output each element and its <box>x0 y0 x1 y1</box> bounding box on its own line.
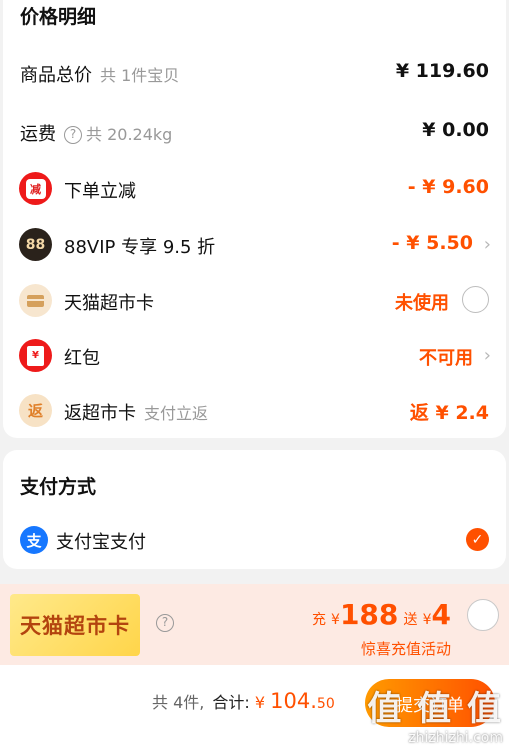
row-tmall-card[interactable]: 天猫超市卡 未使用 <box>3 281 506 321</box>
cashback-value: 返 ¥ 2.4 <box>409 402 489 424</box>
total-label: 合计: <box>212 693 250 712</box>
shipping-label: 运费 <box>20 124 56 145</box>
red-packet-status: 不可用 <box>419 348 473 369</box>
tmall-card-status: 未使用 <box>395 293 449 314</box>
row-instant-discount: 减 下单立减 - ¥ 9.60 <box>3 169 506 209</box>
recharge-subtitle: 惊喜充值活动 <box>360 640 451 658</box>
tmall-card-badge: 天猫超市卡 <box>10 594 140 656</box>
selected-check-icon[interactable]: ✓ <box>466 528 489 551</box>
price-detail-title: 价格明细 <box>20 6 97 28</box>
red-packet-label: 红包 <box>64 348 100 369</box>
help-icon[interactable]: ? <box>64 126 82 144</box>
product-count: 共 1件宝贝 <box>100 66 180 85</box>
card-icon <box>19 284 52 317</box>
vip-discount-label: 88VIP 专享 9.5 折 <box>64 237 216 258</box>
alipay-label: 支付宝支付 <box>56 532 146 553</box>
recharge-promo-banner[interactable]: 天猫超市卡 ? 充 ¥188 送 ¥4 惊喜充值活动 <box>0 584 509 665</box>
row-red-packet[interactable]: ¥ 红包 不可用 › <box>3 336 506 376</box>
tmall-card-label: 天猫超市卡 <box>64 293 154 314</box>
red-envelope-icon: ¥ <box>19 339 52 372</box>
bottom-bar: 共 4件, 合计: ¥ 104.50 提交订单 值 值 值 zhizhizhi.c… <box>0 665 509 750</box>
vip-discount-value: - ¥ 5.50 <box>391 232 473 254</box>
row-88vip-discount[interactable]: 88 88VIP 专享 9.5 折 - ¥ 5.50 › <box>3 225 506 265</box>
order-summary: 共 4件, 合计: ¥ 104.50 <box>152 689 335 713</box>
product-total-label: 商品总价 <box>20 65 92 86</box>
recharge-offer: 充 ¥188 送 ¥4 <box>311 598 451 631</box>
price-detail-card: 价格明细 商品总价共 1件宝贝 ¥ 119.60 运费? 共 20.24kg ¥ … <box>3 0 506 438</box>
total-amount: ¥ 104.50 <box>254 689 335 713</box>
submit-order-button[interactable]: 提交订单 <box>365 679 495 727</box>
instant-discount-label: 下单立减 <box>64 181 136 202</box>
help-icon[interactable]: ? <box>156 614 174 632</box>
immediate-discount-icon: 减 <box>19 172 52 205</box>
row-cashback: 返 返超市卡 支付立返 返 ¥ 2.4 <box>3 391 506 431</box>
row-product-total: 商品总价共 1件宝贝 ¥ 119.60 <box>3 53 506 93</box>
shipping-value: ¥ 0.00 <box>422 119 489 141</box>
chevron-right-icon: › <box>483 234 491 255</box>
recharge-amount: 188 <box>339 598 399 631</box>
shipping-weight: 共 20.24kg <box>86 125 173 144</box>
product-total-value: ¥ 119.60 <box>395 60 489 82</box>
cashback-note: 支付立返 <box>144 404 209 423</box>
instant-discount-value: - ¥ 9.60 <box>407 176 489 198</box>
alipay-icon: 支 <box>20 526 48 554</box>
item-count: 共 4件, <box>152 693 205 712</box>
gift-amount: 4 <box>431 598 451 631</box>
row-shipping: 运费? 共 20.24kg ¥ 0.00 <box>3 112 506 152</box>
recharge-radio[interactable] <box>467 599 499 631</box>
payment-option-alipay[interactable]: 支 支付宝支付 ✓ <box>3 524 506 558</box>
payment-method-title: 支付方式 <box>20 476 97 498</box>
chevron-right-icon: › <box>483 345 491 366</box>
88vip-icon: 88 <box>19 228 52 261</box>
payment-method-card: 支付方式 支 支付宝支付 ✓ <box>3 450 506 569</box>
cashback-label: 返超市卡 <box>64 403 136 424</box>
cashback-icon: 返 <box>19 394 52 427</box>
tmall-card-radio[interactable] <box>462 286 489 313</box>
